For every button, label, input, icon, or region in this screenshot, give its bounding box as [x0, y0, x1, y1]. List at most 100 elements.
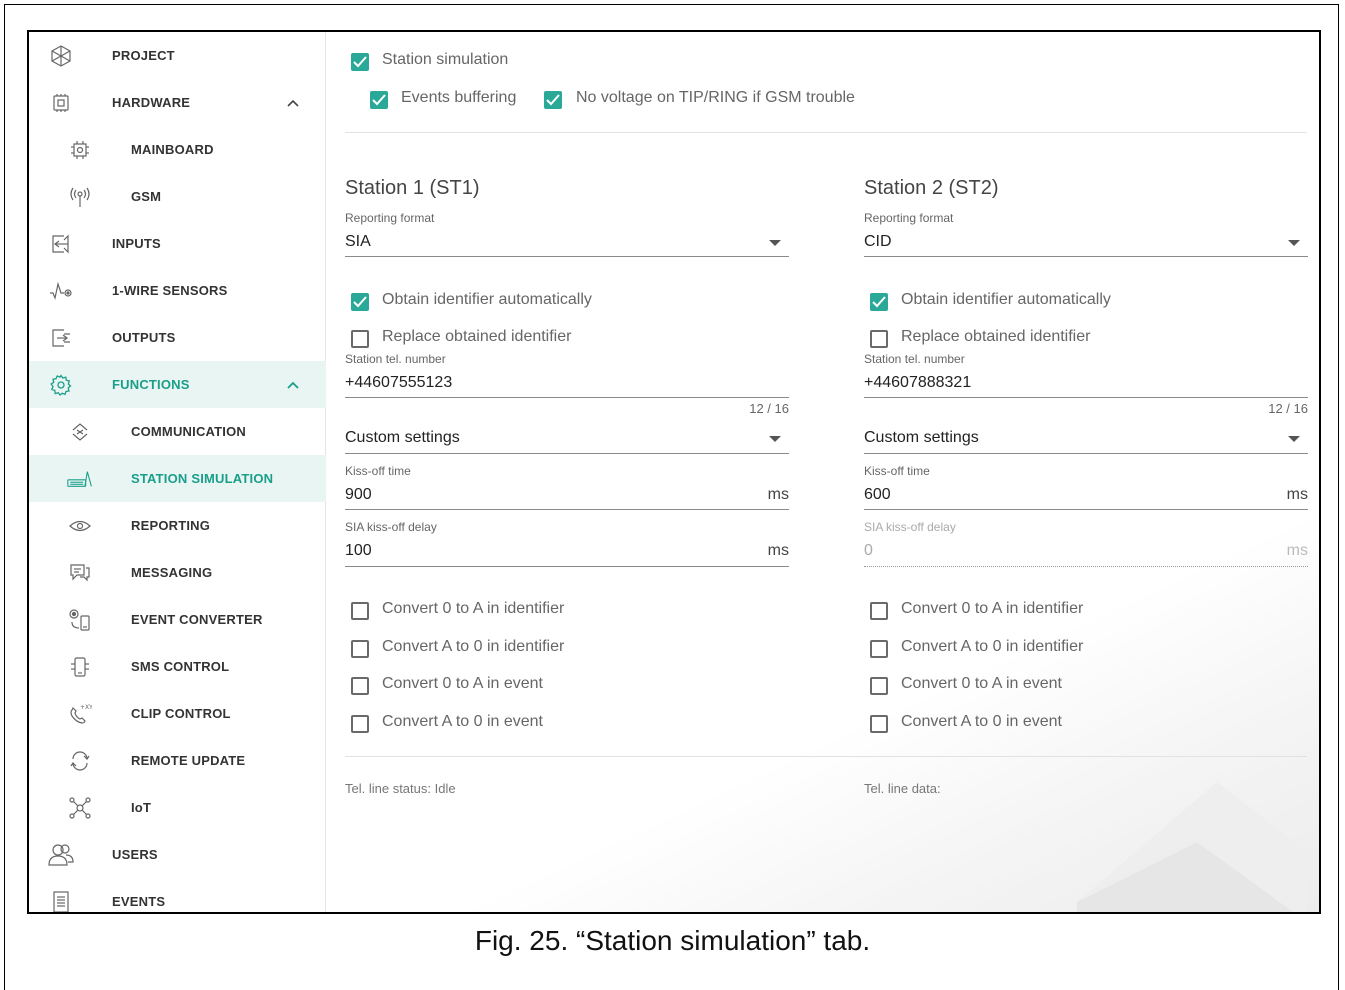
- sidebar-item-1-wire-sensors[interactable]: 1-WIRE SENSORS: [29, 267, 326, 314]
- iot-icon: [67, 795, 93, 821]
- sidebar-item-events[interactable]: EVENTS: [29, 878, 326, 912]
- station-1-kissoff-input[interactable]: 900 ms: [345, 480, 789, 510]
- station-1-convert-checkbox[interactable]: [351, 640, 369, 658]
- tel-number-label: Station tel. number: [864, 352, 965, 366]
- sidebar-item-users[interactable]: USERS: [29, 831, 326, 878]
- inputs-icon: [48, 231, 74, 257]
- station-1-sia-delay-input[interactable]: 100 ms: [345, 536, 789, 567]
- station-1-obtain-id-checkbox[interactable]: [351, 293, 369, 311]
- station-1-convert-checkbox[interactable]: [351, 677, 369, 695]
- underline: [345, 566, 789, 567]
- kissoff-value: 900: [345, 486, 372, 503]
- events-icon: [48, 889, 74, 912]
- convert-label: Convert 0 to A in event: [382, 675, 543, 692]
- sidebar-item-station-simulation[interactable]: STATION SIMULATION: [29, 455, 326, 502]
- underline: [864, 509, 1308, 510]
- sidebar-item-functions[interactable]: FUNCTIONS: [29, 361, 326, 408]
- kissoff-unit: ms: [1286, 486, 1308, 503]
- sia-delay-label: SIA kiss-off delay: [345, 520, 437, 534]
- station-2-sia-delay-input: 0 ms: [864, 536, 1308, 567]
- tel-char-counter: 12 / 16: [749, 401, 789, 416]
- divider: [345, 756, 1307, 757]
- station-2-obtain-id-checkbox[interactable]: [870, 293, 888, 311]
- station-1-panel: Station 1 (ST1) Reporting format SIA Obt…: [345, 32, 789, 812]
- convert-label: Convert 0 to A in event: [901, 675, 1062, 692]
- convert-label: Convert A to 0 in identifier: [901, 638, 1084, 655]
- sidebar-item-label: CLIP CONTROL: [131, 706, 231, 721]
- station-2-settings-select[interactable]: Custom settings: [864, 423, 1308, 454]
- sms-control-icon: [67, 654, 93, 680]
- sidebar-item-outputs[interactable]: OUTPUTS: [29, 314, 326, 361]
- project-icon: [48, 43, 74, 69]
- sidebar-item-label: EVENTS: [112, 894, 166, 909]
- station-2-convert-checkbox[interactable]: [870, 677, 888, 695]
- app-window: PROJECT HARDWARE MAINBOARD GSM INPUTS 1-…: [27, 30, 1321, 914]
- sidebar-item-label: MAINBOARD: [131, 142, 214, 157]
- sidebar-item-reporting[interactable]: REPORTING: [29, 502, 326, 549]
- sidebar-item-inputs[interactable]: INPUTS: [29, 220, 326, 267]
- sidebar-item-label: REMOTE UPDATE: [131, 753, 246, 768]
- tel-number-value: +44607888321: [864, 374, 972, 391]
- convert-label: Convert 0 to A in identifier: [382, 600, 565, 617]
- sidebar-item-gsm[interactable]: GSM: [29, 173, 326, 220]
- outputs-icon: [48, 325, 74, 351]
- sidebar-item-label: GSM: [131, 189, 162, 204]
- station-2-replace-id-checkbox[interactable]: [870, 330, 888, 348]
- station-1-convert-checkbox[interactable]: [351, 602, 369, 620]
- sidebar-item-clip-control[interactable]: +XYZ CLIP CONTROL: [29, 690, 326, 737]
- sidebar-item-label: IoT: [131, 800, 152, 815]
- sidebar-item-label: HARDWARE: [112, 95, 191, 110]
- station-1-tel-number-input[interactable]: +44607555123: [345, 368, 789, 398]
- station-2-convert-checkbox[interactable]: [870, 602, 888, 620]
- sidebar-item-label: EVENT CONVERTER: [131, 612, 263, 627]
- settings-mode-value: Custom settings: [345, 429, 460, 446]
- sidebar-item-label: COMMUNICATION: [131, 424, 247, 439]
- station-1-reporting-format-select[interactable]: SIA: [345, 227, 789, 257]
- tel-line-status: Tel. line status: Idle: [345, 781, 456, 796]
- underline: [864, 566, 1308, 567]
- station-2-kissoff-input[interactable]: 600 ms: [864, 480, 1308, 510]
- sidebar-item-remote-update[interactable]: REMOTE UPDATE: [29, 737, 326, 784]
- dropdown-caret-icon: [1288, 240, 1300, 246]
- sidebar-item-label: REPORTING: [131, 518, 211, 533]
- users-icon: [48, 842, 74, 868]
- underline: [345, 509, 789, 510]
- chevron-up-icon[interactable]: [285, 95, 301, 111]
- eye-icon: [67, 513, 93, 539]
- station-2-tel-number-input[interactable]: +44607888321: [864, 368, 1308, 398]
- chevron-up-icon[interactable]: [285, 377, 301, 393]
- sidebar-item-communication[interactable]: COMMUNICATION: [29, 408, 326, 455]
- sidebar-item-messaging[interactable]: MESSAGING: [29, 549, 326, 596]
- station-1-replace-id-checkbox[interactable]: [351, 330, 369, 348]
- reporting-format-label: Reporting format: [864, 211, 954, 225]
- station-1-convert-checkbox[interactable]: [351, 715, 369, 733]
- convert-label: Convert A to 0 in event: [901, 713, 1062, 730]
- sia-delay-value: 0: [864, 542, 873, 559]
- sidebar-item-project[interactable]: PROJECT: [29, 32, 326, 79]
- replace-id-label: Replace obtained identifier: [382, 328, 572, 345]
- tel-number-value: +44607555123: [345, 374, 453, 391]
- underline: [345, 453, 789, 454]
- sidebar-item-label: MESSAGING: [131, 565, 213, 580]
- underline: [345, 397, 789, 398]
- station-1-settings-select[interactable]: Custom settings: [345, 423, 789, 454]
- obtain-id-label: Obtain identifier automatically: [382, 291, 592, 308]
- station-2-convert-checkbox[interactable]: [870, 640, 888, 658]
- sidebar-item-sms-control[interactable]: SMS CONTROL: [29, 643, 326, 690]
- settings-mode-value: Custom settings: [864, 429, 979, 446]
- mainboard-icon: [67, 137, 93, 163]
- convert-label: Convert 0 to A in identifier: [901, 600, 1084, 617]
- kissoff-label: Kiss-off time: [345, 464, 411, 478]
- convert-label: Convert A to 0 in event: [382, 713, 543, 730]
- convert-label: Convert A to 0 in identifier: [382, 638, 565, 655]
- sidebar-item-hardware[interactable]: HARDWARE: [29, 79, 326, 126]
- sidebar-item-mainboard[interactable]: MAINBOARD: [29, 126, 326, 173]
- underline: [864, 453, 1308, 454]
- sidebar-item-event-converter[interactable]: EVENT CONVERTER: [29, 596, 326, 643]
- station-1-title: Station 1 (ST1): [345, 177, 480, 199]
- station-2-reporting-format-select[interactable]: CID: [864, 227, 1308, 257]
- station-2-convert-checkbox[interactable]: [870, 715, 888, 733]
- sidebar-item-iot[interactable]: IoT: [29, 784, 326, 831]
- sidebar-item-label: INPUTS: [112, 236, 161, 251]
- event-converter-icon: [67, 607, 93, 633]
